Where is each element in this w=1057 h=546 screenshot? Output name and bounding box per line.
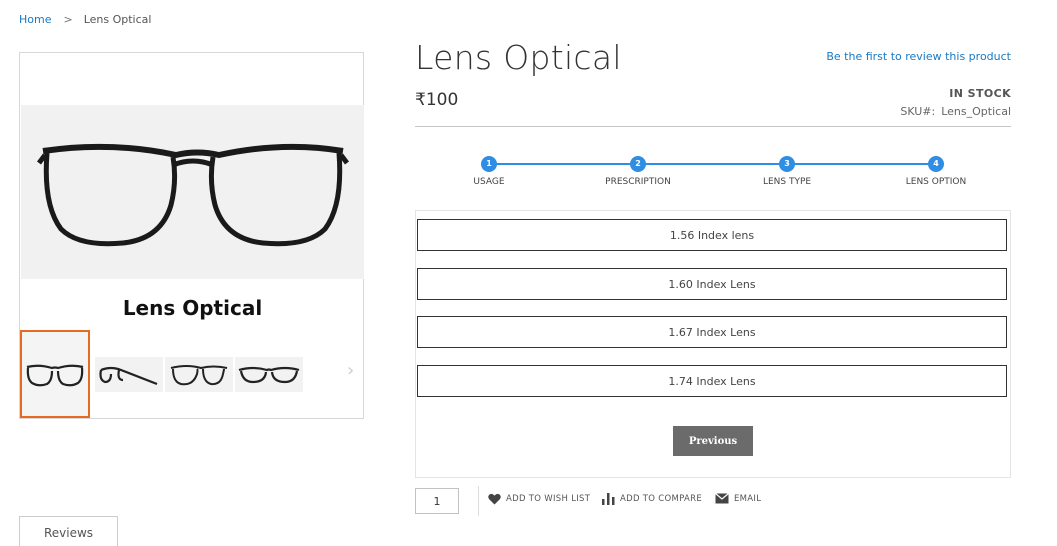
add-to-wishlist-link[interactable]: ADD TO WISH LIST: [488, 493, 590, 505]
thumbnail-angle-view[interactable]: [165, 357, 233, 392]
breadcrumb-current: Lens Optical: [83, 13, 152, 26]
glasses-thumb-icon: [26, 364, 84, 387]
lens-options-panel: 1.56 Index lens 1.60 Index Lens 1.67 Ind…: [415, 210, 1011, 478]
step-label: PRESCRIPTION: [605, 177, 671, 187]
divider: [478, 486, 479, 516]
product-title: Lens Optical: [415, 38, 622, 77]
lens-option-button[interactable]: 1.60 Index Lens: [417, 268, 1007, 300]
envelope-icon: [715, 493, 729, 504]
breadcrumb-separator: >: [63, 13, 73, 26]
thumbnail-side-view[interactable]: [95, 357, 163, 392]
sku-value: Lens_Optical: [941, 105, 1011, 118]
product-price: ₹100: [415, 90, 459, 110]
divider: [415, 126, 1011, 127]
wishlist-label: ADD TO WISH LIST: [506, 494, 591, 504]
step-usage[interactable]: 1 USAGE: [439, 156, 539, 187]
compare-label: ADD TO COMPARE: [620, 494, 703, 504]
glasses-front-image: [37, 143, 349, 247]
step-number: 1: [481, 156, 497, 172]
chevron-right-icon[interactable]: ›: [347, 360, 354, 381]
step-label: LENS OPTION: [905, 177, 967, 187]
step-label: LENS TYPE: [762, 177, 812, 187]
thumbnail-front-flat-view[interactable]: [235, 357, 303, 392]
lens-option-button[interactable]: 1.56 Index lens: [417, 219, 1007, 251]
previous-button[interactable]: Previous: [673, 426, 753, 456]
quantity-input[interactable]: 1: [415, 488, 459, 514]
step-label: USAGE: [473, 177, 505, 187]
bar-chart-icon: [602, 493, 615, 505]
gallery-caption: Lens Optical: [122, 296, 263, 320]
thumbnail-strip: ›: [20, 330, 363, 418]
add-to-compare-link[interactable]: ADD TO COMPARE: [602, 493, 702, 505]
review-link[interactable]: Be the first to review this product: [826, 50, 1011, 63]
sku: SKU#: Lens_Optical: [900, 105, 1011, 118]
thumbnail-front-view[interactable]: [20, 330, 90, 418]
glasses-flat-icon: [238, 366, 300, 383]
lens-option-button[interactable]: 1.67 Index Lens: [417, 316, 1007, 348]
glasses-angle-icon: [170, 364, 228, 385]
steps-progress-line: [489, 163, 936, 165]
breadcrumb: Home > Lens Optical: [19, 13, 151, 26]
step-lens-type[interactable]: 3 LENS TYPE: [737, 156, 837, 187]
stock-status: IN STOCK: [949, 87, 1011, 100]
email-link[interactable]: EMAIL: [715, 493, 761, 504]
lens-option-button[interactable]: 1.74 Index Lens: [417, 365, 1007, 397]
glasses-side-icon: [99, 366, 158, 385]
heart-icon: [488, 493, 501, 505]
main-product-image[interactable]: [21, 105, 364, 279]
step-number: 4: [928, 156, 944, 172]
sku-label: SKU#:: [900, 105, 936, 118]
step-lens-option[interactable]: 4 LENS OPTION: [886, 156, 986, 187]
step-prescription[interactable]: 2 PRESCRIPTION: [588, 156, 688, 187]
step-number: 3: [779, 156, 795, 172]
step-number: 2: [630, 156, 646, 172]
breadcrumb-home-link[interactable]: Home: [19, 13, 51, 26]
tab-reviews[interactable]: Reviews: [19, 516, 118, 546]
product-gallery: Lens Optical ›: [19, 52, 364, 419]
email-label: EMAIL: [734, 493, 762, 504]
